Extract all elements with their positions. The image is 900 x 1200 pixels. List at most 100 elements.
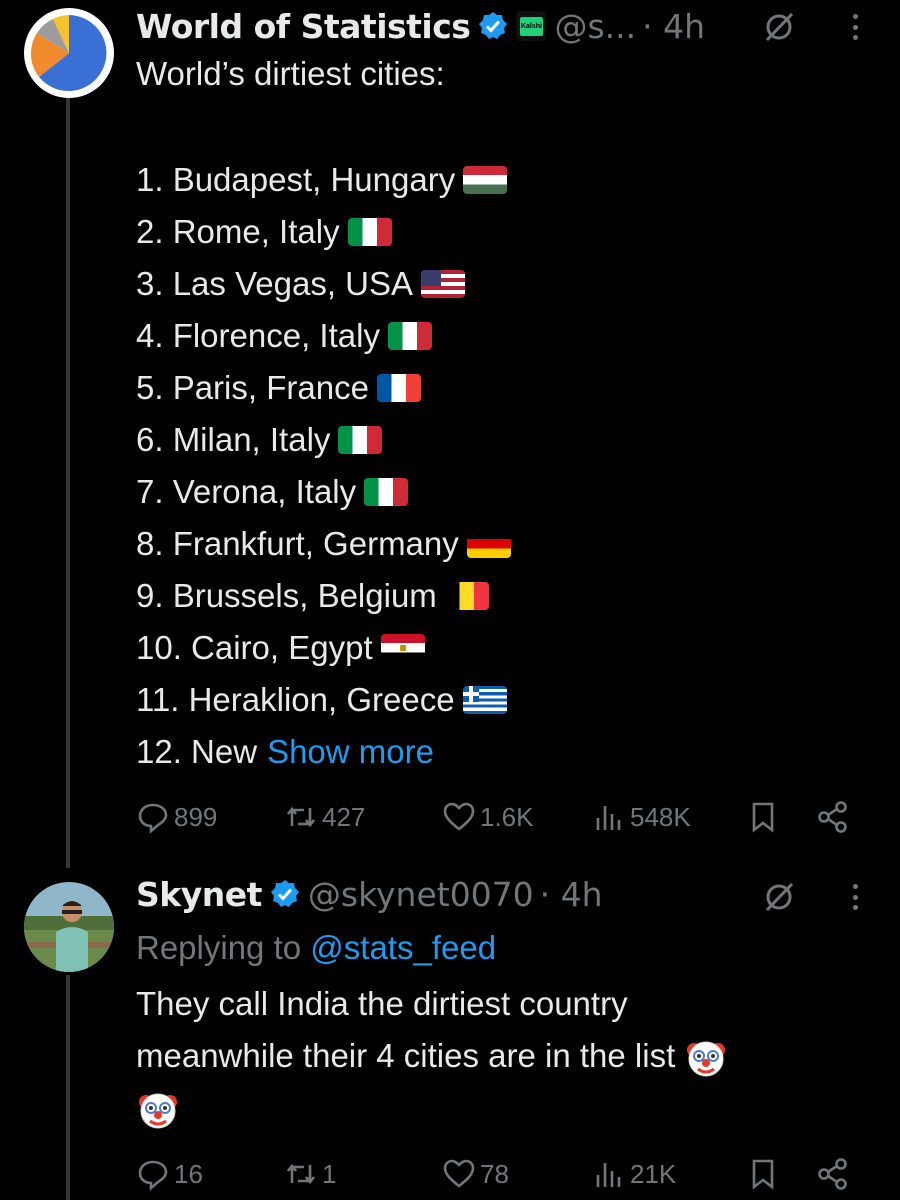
tweet-text-line (136, 1082, 876, 1134)
like-count: 1.6K (480, 801, 534, 832)
egypt-flag-icon (380, 634, 425, 662)
clown-face-icon (687, 1041, 726, 1077)
heart-icon (443, 802, 475, 831)
list-item-text: 1. Budapest, Hungary (136, 161, 456, 198)
reply-icon (138, 803, 168, 834)
repost-icon (286, 1163, 316, 1185)
italy-flag-icon (338, 426, 383, 454)
list-item: 11. Heraklion, Greece (136, 674, 511, 726)
city-list: 1. Budapest, Hungary 2. Rome, Italy 3. L… (136, 154, 511, 778)
replying-to-label: Replying to (136, 929, 302, 966)
list-item-text: 10. Cairo, Egypt (136, 629, 373, 666)
views-button[interactable]: 21K (592, 1157, 676, 1191)
more-options-icon[interactable] (850, 880, 860, 914)
more-options-icon[interactable] (850, 10, 860, 44)
france-flag-icon (376, 374, 421, 402)
views-count: 548K (630, 801, 691, 832)
repost-count: 1 (322, 1158, 337, 1189)
timestamp[interactable]: · 4h (540, 875, 603, 914)
list-item-text: 3. Las Vegas, USA (136, 265, 414, 302)
reply-icon (138, 1160, 168, 1191)
reply-button[interactable]: 899 (136, 800, 217, 834)
list-item-text: 7. Verona, Italy (136, 473, 357, 510)
grok-icon[interactable] (762, 10, 796, 44)
thread-line (66, 98, 70, 868)
share-icon (818, 1158, 847, 1190)
share-button[interactable] (816, 800, 850, 834)
views-button[interactable]: 548K (592, 800, 691, 834)
list-item: 9. Brussels, Belgium (136, 570, 511, 622)
italy-flag-icon (364, 478, 409, 506)
bookmark-button[interactable] (746, 1157, 780, 1191)
share-icon (818, 801, 847, 833)
list-item: 2. Rome, Italy (136, 206, 511, 258)
list-item-text: 4. Florence, Italy (136, 317, 380, 354)
repost-count: 427 (322, 801, 366, 832)
mention-link[interactable]: @stats_feed (310, 929, 496, 966)
list-item: 5. Paris, France (136, 362, 511, 414)
handle[interactable]: @s... (554, 7, 636, 46)
tweet-actions: 16 1 78 21K (136, 1152, 856, 1196)
avatar[interactable] (24, 882, 114, 972)
grok-icon[interactable] (762, 880, 796, 914)
views-count: 21K (630, 1158, 677, 1189)
reply-count: 16 (174, 1158, 203, 1189)
avatar[interactable] (24, 8, 114, 98)
tweet-text-line: They call India the dirtiest country (136, 985, 628, 1022)
usa-flag-icon (421, 270, 466, 298)
tweet-actions: 899 427 1.6K 548K (136, 795, 856, 839)
belgium-flag-icon (444, 582, 489, 610)
italy-flag-icon (347, 218, 392, 246)
tweet-header: World of Statistics Kalshi @s... · 4h (136, 6, 705, 46)
views-icon (596, 806, 621, 830)
list-item: 3. Las Vegas, USA (136, 258, 511, 310)
list-item-text: 12. New (136, 733, 258, 770)
like-button[interactable]: 1.6K (442, 800, 534, 834)
reply-button[interactable]: 16 (136, 1157, 203, 1191)
show-more-link[interactable]: Show more (267, 726, 434, 778)
replying-to: Replying to @stats_feed (136, 922, 496, 974)
list-item-text: 5. Paris, France (136, 369, 369, 406)
bookmark-icon (752, 802, 774, 833)
handle[interactable]: @skynet0070 (308, 875, 534, 914)
thread-line (66, 975, 70, 1200)
list-item-text: 11. Heraklion, Greece (136, 681, 455, 718)
affiliate-badge[interactable]: Kalshi (516, 11, 547, 41)
tweet-text: They call India the dirtiest country mea… (136, 978, 876, 1134)
like-button[interactable]: 78 (442, 1157, 509, 1191)
list-item-text: 6. Milan, Italy (136, 421, 331, 458)
affiliate-label: Kalshi (519, 16, 543, 36)
display-name[interactable]: World of Statistics (136, 7, 471, 46)
list-item: 10. Cairo, Egypt (136, 622, 511, 674)
bookmark-button[interactable] (746, 800, 780, 834)
list-item: 1. Budapest, Hungary (136, 154, 511, 206)
list-item: 4. Florence, Italy (136, 310, 511, 362)
tweet-text: World’s dirtiest cities: (136, 55, 445, 92)
timestamp[interactable]: · 4h (642, 7, 705, 46)
tweet-text-segment: meanwhile their 4 cities are in the list (136, 1037, 676, 1074)
bookmark-icon (752, 1159, 774, 1190)
verified-badge-icon (478, 11, 508, 41)
share-button[interactable] (816, 1157, 850, 1191)
verified-badge-icon (270, 879, 300, 909)
reply-count: 899 (174, 801, 218, 832)
display-name[interactable]: Skynet (136, 875, 262, 914)
tweet-header: Skynet @skynet0070 · 4h (136, 874, 603, 914)
greece-flag-icon (462, 686, 507, 714)
heart-icon (443, 1159, 475, 1188)
list-item: 8. Frankfurt, Germany (136, 518, 511, 570)
list-item: 12. New Show more (136, 726, 511, 778)
tweet-text-line: meanwhile their 4 cities are in the list (136, 1030, 876, 1082)
clown-face-icon (139, 1093, 177, 1129)
list-item-text: 8. Frankfurt, Germany (136, 525, 459, 562)
repost-button[interactable]: 427 (284, 800, 365, 834)
like-count: 78 (480, 1158, 509, 1189)
avatar-image (24, 882, 114, 972)
italy-flag-icon (387, 322, 432, 350)
views-icon (596, 1163, 621, 1187)
list-item: 7. Verona, Italy (136, 466, 511, 518)
hungary-flag-icon (463, 166, 508, 194)
repost-button[interactable]: 1 (284, 1157, 336, 1191)
list-item-text: 2. Rome, Italy (136, 213, 340, 250)
germany-flag-icon (466, 530, 511, 558)
